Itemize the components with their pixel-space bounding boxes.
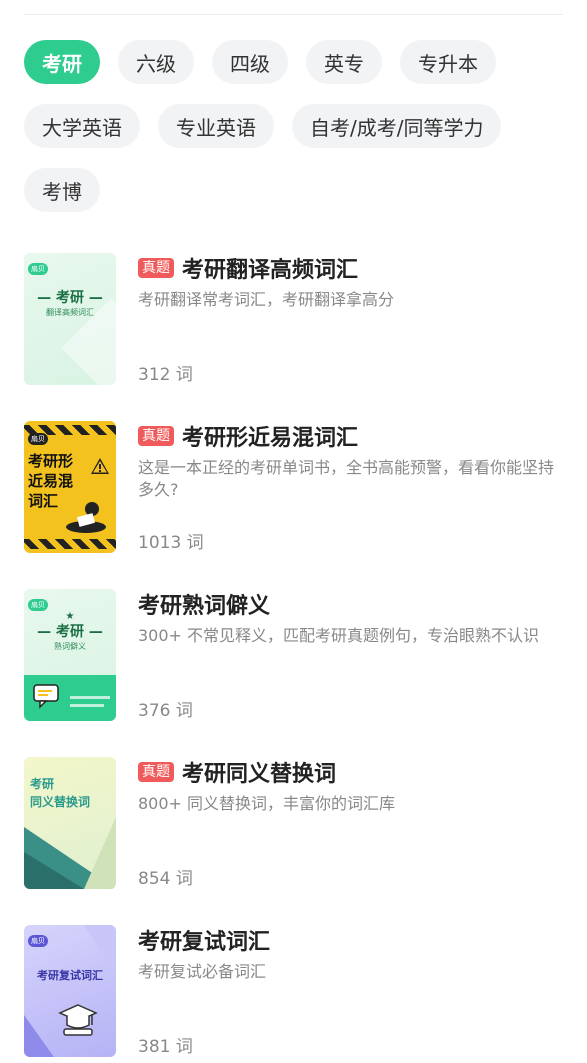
- reading-person-icon: [66, 502, 106, 533]
- wordbook-item[interactable]: 扇贝 — 考研 — 翻译高频词汇 真题 考研翻译高频词汇 考研翻译常考词汇，考研…: [24, 253, 564, 421]
- cover-decoration: [24, 539, 116, 549]
- cover-decoration: [24, 817, 116, 889]
- book-description: 800+ 同义替换词，丰富你的词汇库: [138, 794, 396, 813]
- book-info: 真题 考研同义替换词 800+ 同义替换词，丰富你的词汇库 854 词: [138, 757, 564, 889]
- category-row-1: 考研 六级 四级 英专 专升本: [24, 40, 564, 84]
- book-title: 考研形近易混词汇: [182, 426, 359, 451]
- brand-logo: 扇贝: [28, 599, 48, 611]
- category-chip-self-study[interactable]: 自考/成考/同等学力: [292, 104, 502, 148]
- graduation-cap-icon: [58, 1004, 98, 1036]
- book-cover: 考研 同义替换词: [24, 757, 116, 889]
- warning-icon: [91, 458, 109, 474]
- category-row-2: 大学英语 专业英语 自考/成考/同等学力: [24, 104, 564, 148]
- book-cover: 扇贝 — 考研 — 翻译高频词汇: [24, 253, 116, 385]
- book-title: 考研熟词僻义: [138, 594, 271, 619]
- cover-subtitle: 翻译高频词汇: [46, 308, 94, 317]
- book-info: 考研复试词汇 考研复试必备词汇 381 词: [138, 925, 564, 1057]
- book-description: 这是一本正经的考研单词书，全书高能预警，看看你能坚持多久?: [138, 458, 555, 499]
- cover-decoration: [70, 704, 104, 707]
- book-description: 考研翻译常考词汇，考研翻译拿高分: [138, 290, 395, 309]
- category-filter: 考研 六级 四级 英专 专升本 大学英语 专业英语 自考/成考/同等学力 考博: [24, 40, 564, 232]
- category-chip-college-english[interactable]: 大学英语: [24, 104, 140, 148]
- category-chip-kaoyan[interactable]: 考研: [24, 40, 100, 84]
- top-divider: [24, 14, 563, 15]
- real-exam-badge: 真题: [138, 762, 174, 782]
- book-title: 考研翻译高频词汇: [182, 258, 359, 283]
- cover-subtitle: 熟词僻义: [54, 642, 86, 651]
- word-count: 854 词: [138, 869, 193, 889]
- category-chip-zhuanshengben[interactable]: 专升本: [400, 40, 496, 84]
- book-cover: 扇贝 考研形近易混词汇: [24, 421, 116, 553]
- book-cover: 扇贝 考研复试词汇: [24, 925, 116, 1057]
- cover-decoration: [70, 696, 110, 699]
- real-exam-badge: 真题: [138, 258, 174, 278]
- wordbook-item[interactable]: 扇贝 考研复试词汇 考研复试词汇 考研复试必备词汇 381 词: [24, 925, 564, 1063]
- category-chip-professional-english[interactable]: 专业英语: [158, 104, 274, 148]
- category-chip-cet6[interactable]: 六级: [118, 40, 194, 84]
- book-cover: 扇贝 ★ — 考研 — 熟词僻义: [24, 589, 116, 721]
- category-chip-cet4[interactable]: 四级: [212, 40, 288, 84]
- cover-title: — 考研 —: [37, 290, 103, 306]
- wordbook-item[interactable]: 扇贝 ★ — 考研 — 熟词僻义 考研熟词僻义 300+ 不常见释义，匹配考研真…: [24, 589, 564, 757]
- word-count: 1013 词: [138, 533, 204, 553]
- book-info: 考研熟词僻义 300+ 不常见释义，匹配考研真题例句，专治眼熟不认识 376 词: [138, 589, 564, 721]
- word-count: 376 词: [138, 701, 193, 721]
- word-count: 312 词: [138, 365, 193, 385]
- category-row-3: 考博: [24, 168, 564, 212]
- book-title: 考研复试词汇: [138, 930, 271, 955]
- book-info: 真题 考研翻译高频词汇 考研翻译常考词汇，考研翻译拿高分 312 词: [138, 253, 564, 385]
- wordbook-item[interactable]: 考研 同义替换词 真题 考研同义替换词 800+ 同义替换词，丰富你的词汇库 8…: [24, 757, 564, 925]
- wordbook-item[interactable]: 扇贝 考研形近易混词汇 真题 考研形近易混词汇 这是一本正经的考研单词书，全书高…: [24, 421, 564, 589]
- real-exam-badge: 真题: [138, 426, 174, 446]
- category-chip-kaobo[interactable]: 考博: [24, 168, 100, 212]
- wordbook-list: 扇贝 — 考研 — 翻译高频词汇 真题 考研翻译高频词汇 考研翻译常考词汇，考研…: [24, 253, 564, 1063]
- word-count: 381 词: [138, 1037, 193, 1057]
- book-title: 考研同义替换词: [182, 762, 337, 787]
- book-description: 300+ 不常见释义，匹配考研真题例句，专治眼熟不认识: [138, 626, 540, 645]
- cover-title: — 考研 —: [37, 624, 103, 640]
- brand-logo: 扇贝: [28, 433, 48, 445]
- chat-bubble-icon: [33, 684, 59, 709]
- book-info: 真题 考研形近易混词汇 这是一本正经的考研单词书，全书高能预警，看看你能坚持多久…: [138, 421, 564, 553]
- category-chip-tem[interactable]: 英专: [306, 40, 382, 84]
- book-description: 考研复试必备词汇: [138, 962, 267, 981]
- brand-logo: 扇贝: [28, 263, 48, 275]
